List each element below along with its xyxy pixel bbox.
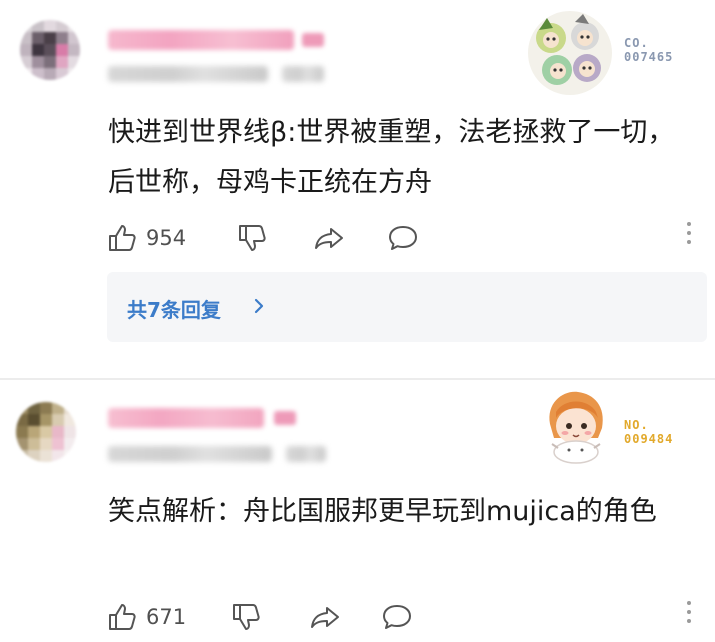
comment-meta-blurred xyxy=(282,66,324,82)
like-button[interactable]: 954 xyxy=(106,218,186,258)
reply-button[interactable] xyxy=(380,597,414,637)
like-count: 954 xyxy=(146,226,187,250)
like-count: 671 xyxy=(146,605,187,629)
share-button[interactable] xyxy=(308,597,342,637)
share-icon xyxy=(311,607,339,628)
comment-actions: 671 xyxy=(106,597,706,637)
user-avatar[interactable] xyxy=(20,20,80,80)
view-replies-button[interactable]: 共7条回复 xyxy=(107,272,707,342)
fan-badge-avatar xyxy=(528,11,612,95)
reply-button[interactable] xyxy=(386,218,420,258)
comment-item: NO. 009484 笑点解析：舟比国服邦更早玩到mujica的角色 671 xyxy=(0,380,715,642)
more-icon[interactable] xyxy=(686,220,692,250)
comment-actions: 954 xyxy=(106,218,706,258)
thumbs-up-icon xyxy=(109,604,136,630)
dislike-button[interactable] xyxy=(236,218,268,258)
user-level-badge xyxy=(302,33,324,47)
replies-count-label: 共7条回复 xyxy=(127,298,221,322)
thumbs-down-icon xyxy=(233,604,260,630)
user-avatar[interactable] xyxy=(16,402,76,462)
user-level-badge xyxy=(274,411,296,425)
comment-meta-blurred xyxy=(286,446,326,462)
comment-meta-blurred xyxy=(108,446,272,462)
like-button[interactable]: 671 xyxy=(106,597,186,637)
comment-meta-blurred xyxy=(108,66,268,82)
chevron-right-icon xyxy=(254,298,264,314)
fan-badge-avatar xyxy=(549,391,603,464)
fan-badge-number: NO. 009484 xyxy=(624,418,674,446)
comment-text: 快进到世界线β:世界被重塑，法老拯救了一切，后世称，母鸡卡正统在方舟 xyxy=(108,117,675,198)
username-blurred[interactable] xyxy=(108,408,264,428)
thumbs-up-icon xyxy=(109,225,136,251)
share-button[interactable] xyxy=(312,218,346,258)
more-icon[interactable] xyxy=(686,599,692,629)
comment-icon xyxy=(383,605,411,629)
dislike-button[interactable] xyxy=(230,597,262,637)
share-icon xyxy=(315,228,343,249)
comment-item: CO. 007465 快进到世界线β:世界被重塑，法老拯救了一切，后世称，母鸡卡… xyxy=(0,0,715,378)
comment-icon xyxy=(389,226,417,250)
username-blurred[interactable] xyxy=(108,30,294,50)
comment-text: 笑点解析：舟比国服邦更早玩到mujica的角色 xyxy=(108,496,657,527)
thumbs-down-icon xyxy=(239,225,266,251)
fan-badge-number: CO. 007465 xyxy=(624,36,674,64)
